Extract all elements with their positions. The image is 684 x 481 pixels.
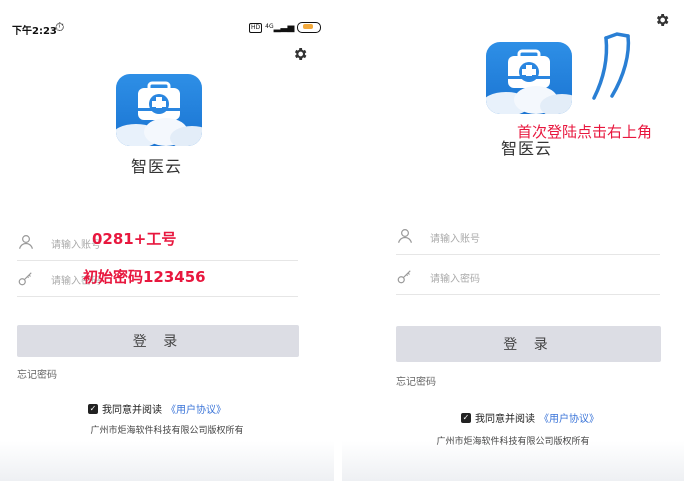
user-icon (398, 229, 412, 243)
bottom-decoration (342, 441, 684, 481)
account-hint-annotation: 0281+工号 (92, 230, 177, 248)
password-field[interactable]: 请输入密码 (396, 260, 660, 295)
status-time: 下午2:23 (12, 26, 57, 37)
agreement-text: 我同意并阅读 (475, 414, 535, 425)
status-bar: 下午2:23 ⏱ HD 4G▂▃▅ (0, 0, 334, 40)
panel-divider (334, 0, 342, 481)
login-screen-left: 下午2:23 ⏱ HD 4G▂▃▅ 智医云 请输入账号 0281+工号 请输入密… (0, 0, 334, 481)
key-icon (18, 272, 32, 286)
login-button[interactable]: 登 录 (396, 326, 661, 362)
agreement-checkbox[interactable]: ✓ (461, 412, 471, 423)
hd-icon: HD (249, 22, 263, 33)
login-button[interactable]: 登 录 (17, 325, 299, 357)
user-agreement-link[interactable]: 《用户协议》 (166, 401, 226, 416)
login-screen-right: 首次登陆点击右上角 智医云 请输入账号 请输入密码 登 录 忘记密码 ✓ 我同意… (342, 0, 684, 481)
account-field[interactable]: 请输入账号 (396, 220, 660, 255)
signal-icon: 4G▂▃▅ (265, 22, 295, 33)
account-placeholder: 请输入账号 (430, 234, 480, 245)
user-icon (19, 235, 33, 249)
forgot-password-link[interactable]: 忘记密码 (17, 366, 57, 381)
arrow-annotation-icon (592, 32, 631, 100)
password-placeholder: 请输入密码 (430, 274, 480, 285)
medical-kit-icon (486, 49, 572, 114)
agreement-row: ✓ 我同意并阅读 《用户协议》 (461, 410, 599, 425)
agreement-checkbox[interactable]: ✓ (88, 403, 98, 414)
password-hint-annotation: 初始密码123456 (83, 268, 206, 286)
app-name: 智医云 (131, 157, 183, 176)
gear-icon[interactable] (654, 12, 670, 28)
forgot-password-link[interactable]: 忘记密码 (396, 373, 436, 388)
bottom-decoration (0, 441, 334, 481)
key-icon (397, 270, 411, 284)
battery-icon (297, 22, 322, 33)
app-name: 智医云 (501, 139, 553, 158)
app-logo (486, 42, 572, 114)
user-agreement-link[interactable]: 《用户协议》 (539, 410, 599, 425)
alarm-icon: ⏱ (55, 20, 65, 34)
gear-icon[interactable] (292, 46, 308, 62)
agreement-text: 我同意并阅读 (102, 405, 162, 416)
copyright-text: 广州市炬海软件科技有限公司版权所有 (90, 426, 244, 436)
agreement-row: ✓ 我同意并阅读 《用户协议》 (88, 401, 226, 416)
app-logo (116, 74, 202, 146)
medical-kit-icon (116, 81, 202, 146)
status-icons: HD 4G▂▃▅ (249, 22, 322, 33)
